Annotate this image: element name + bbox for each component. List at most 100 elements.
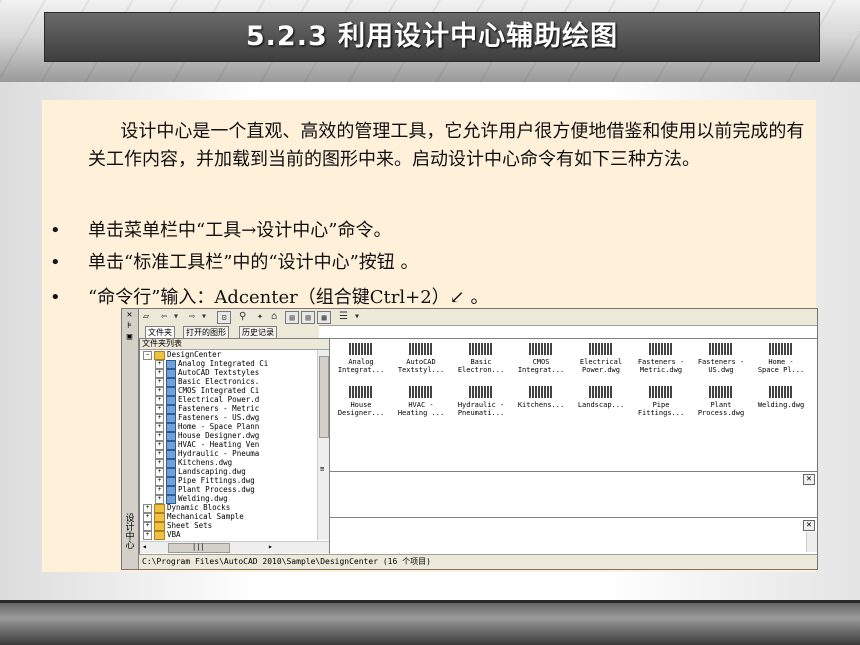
- description-pane: ✕: [329, 517, 817, 555]
- tree-node[interactable]: + Plant Process.dwg: [155, 485, 255, 495]
- content-item[interactable]: House Designer...: [332, 386, 390, 426]
- drawing-thumbnail-icon: [769, 343, 793, 355]
- home-icon[interactable]: ⌂: [271, 311, 277, 322]
- auto-hide-icon[interactable]: ⊧: [124, 322, 135, 331]
- tree-node-label: Fasteners - Metric: [178, 404, 260, 413]
- load-icon[interactable]: ▱: [143, 311, 149, 322]
- tree-node[interactable]: + Setup: [143, 539, 190, 540]
- tree-node[interactable]: + Hydraulic - Pneuma: [155, 449, 260, 459]
- tree-node-label: Setup: [167, 539, 190, 540]
- tree-node[interactable]: + HVAC - Heating Ven: [155, 440, 259, 450]
- tree-node[interactable]: + CMOS Integrated Ci: [155, 386, 260, 396]
- content-item[interactable]: HVAC - Heating ...: [392, 386, 450, 426]
- tree-node-label: Plant Process.dwg: [178, 485, 255, 494]
- tree-node-label: CMOS Integrated Ci: [178, 386, 260, 395]
- tree-node[interactable]: + Pipe Fittings.dwg: [155, 476, 255, 486]
- close-icon[interactable]: ✕: [124, 311, 135, 320]
- tree-node[interactable]: + Fasteners - US.dwg: [155, 413, 260, 423]
- scroll-thumb[interactable]: [319, 356, 329, 438]
- content-item[interactable]: Landscap...: [572, 386, 630, 426]
- tree-node-label: Pipe Fittings.dwg: [178, 476, 255, 485]
- drawing-thumbnail-icon: [409, 343, 433, 355]
- folder-icon: [154, 539, 165, 540]
- drawing-thumbnail-icon: [709, 386, 733, 398]
- content-item-label: Analog Integrat...: [337, 358, 385, 374]
- tree-node-label: Landscaping.dwg: [178, 467, 246, 476]
- content-item[interactable]: Home - Space Pl...: [752, 343, 810, 383]
- content-item[interactable]: Electrical Power.dwg: [572, 343, 630, 383]
- drawing-thumbnail-icon: [349, 343, 373, 355]
- tree-vertical-scrollbar[interactable]: ≡: [317, 350, 329, 540]
- tree-node[interactable]: + AutoCAD Textstyles: [155, 368, 259, 378]
- tree-view-toggle-icon[interactable]: ▤: [285, 311, 299, 324]
- content-item[interactable]: CMOS Integrat...: [512, 343, 570, 383]
- up-icon[interactable]: ⊡: [217, 311, 231, 324]
- tab-open-drawings[interactable]: 打开的图形: [183, 326, 229, 338]
- tree-node[interactable]: + Electrical Power.d: [155, 395, 259, 405]
- content-item[interactable]: Kitchens...: [512, 386, 570, 426]
- content-item[interactable]: AutoCAD Textstyl...: [392, 343, 450, 383]
- description-toggle-icon[interactable]: ▦: [317, 311, 331, 324]
- expand-icon[interactable]: +: [143, 539, 152, 540]
- tree-node[interactable]: + Landscaping.dwg: [155, 467, 246, 477]
- folder-tree-pane: 文件夹列表 − DesignCenter + Analog Integrated Ci…: [139, 338, 330, 555]
- tree-horizontal-scrollbar[interactable]: ◂ ||| ▸: [140, 541, 329, 553]
- tree-node[interactable]: + VBA: [143, 530, 181, 540]
- palette-side-bar: ✕ ⊧ ▣ 设计中心: [122, 309, 139, 569]
- tree-node[interactable]: + Kitchens.dwg: [155, 458, 232, 468]
- tree-node[interactable]: + Analog Integrated Ci: [155, 359, 268, 369]
- content-item-label: Home - Space Pl...: [757, 358, 805, 374]
- folder-list-header: 文件夹列表: [140, 339, 329, 350]
- properties-icon[interactable]: ▣: [124, 333, 135, 342]
- bullet-text: 单击“标准工具栏”中的“设计中心”按钮 。: [88, 252, 419, 273]
- scroll-grip-icon: ≡: [320, 465, 325, 473]
- preview-toggle-icon[interactable]: ▥: [301, 311, 315, 324]
- content-item[interactable]: Fasteners - US.dwg: [692, 343, 750, 383]
- back-button[interactable]: ⇦ ▾: [161, 311, 179, 322]
- content-item[interactable]: Basic Electron...: [452, 343, 510, 383]
- content-item[interactable]: Hydraulic - Pneumati...: [452, 386, 510, 426]
- favorites-icon[interactable]: ✦: [257, 311, 263, 322]
- tree-node[interactable]: + Mechanical Sample: [143, 512, 244, 522]
- content-item-label: House Designer...: [337, 401, 385, 417]
- tree-node[interactable]: + Basic Electronics.: [155, 377, 259, 387]
- tab-history[interactable]: 历史记录: [239, 326, 277, 338]
- scroll-left-icon[interactable]: ◂: [142, 542, 147, 552]
- drawing-thumbnail-icon: [709, 343, 733, 355]
- scroll-right-icon[interactable]: ▸: [268, 542, 273, 552]
- content-item-label: Welding.dwg: [757, 401, 805, 409]
- tree-node-label: Welding.dwg: [178, 494, 228, 503]
- drawing-thumbnail-icon: [529, 343, 553, 355]
- tree-node-label: Hydraulic - Pneuma: [178, 449, 260, 458]
- tree-node[interactable]: + Sheet Sets: [143, 521, 213, 531]
- tree-node-label: Fasteners - US.dwg: [178, 413, 260, 422]
- tree-node-label: Home - Space Plann: [178, 422, 260, 431]
- drawing-thumbnail-icon: [589, 343, 613, 355]
- tree-node[interactable]: + Welding.dwg: [155, 494, 228, 504]
- folder-tree: − DesignCenter + Analog Integrated Ci + AutoC…: [140, 350, 316, 540]
- tree-node[interactable]: + House Designer.dwg: [155, 431, 259, 441]
- close-preview-icon[interactable]: ✕: [803, 474, 815, 485]
- bullet-marker: •: [50, 220, 61, 241]
- content-item[interactable]: Plant Process.dwg: [692, 386, 750, 426]
- search-icon[interactable]: ⚲: [239, 311, 246, 322]
- views-button[interactable]: ☰ ▾: [339, 311, 360, 322]
- tab-folders[interactable]: 文件夹: [145, 326, 175, 338]
- description-scrollbar[interactable]: [806, 532, 817, 552]
- collapse-icon[interactable]: −: [143, 350, 152, 360]
- tree-node-label: Sheet Sets: [167, 521, 213, 530]
- tree-node[interactable]: + Fasteners - Metric: [155, 404, 260, 414]
- scroll-grip-icon: |||: [192, 543, 205, 551]
- tree-node[interactable]: + Home - Space Plann: [155, 422, 260, 432]
- tree-node[interactable]: + Dynamic Blocks: [143, 503, 230, 513]
- content-item[interactable]: Fasteners - Metric.dwg: [632, 343, 690, 383]
- content-item-label: CMOS Integrat...: [517, 358, 565, 374]
- tree-node[interactable]: − DesignCenter: [143, 350, 221, 360]
- content-item[interactable]: Pipe Fittings...: [632, 386, 690, 426]
- close-description-icon[interactable]: ✕: [803, 520, 815, 531]
- content-item[interactable]: Welding.dwg: [752, 386, 810, 426]
- forward-button[interactable]: ⇨ ▾: [189, 311, 207, 322]
- bullet-marker: •: [50, 287, 61, 308]
- content-item[interactable]: Analog Integrat...: [332, 343, 390, 383]
- bullet-marker: •: [50, 252, 61, 273]
